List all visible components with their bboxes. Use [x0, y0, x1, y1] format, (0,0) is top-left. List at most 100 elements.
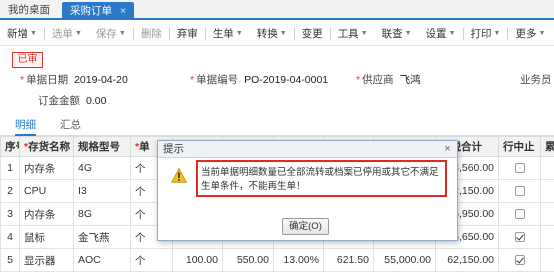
- toolbar-tools-button[interactable]: 工具 ▼: [331, 22, 375, 46]
- deposit-value: 0.00: [86, 95, 107, 107]
- cell-cumulative: [540, 202, 554, 226]
- toolbar-save-button[interactable]: 保存 ▼: [89, 22, 133, 46]
- supplier-label: 供应商: [362, 74, 394, 86]
- toolbar-generate-button[interactable]: 生单 ▼: [206, 22, 250, 46]
- row-stop-checkbox[interactable]: [514, 163, 525, 174]
- col-header-name[interactable]: *存货名称: [19, 136, 74, 157]
- cell-price[interactable]: 550.00: [222, 248, 274, 272]
- col-header-no[interactable]: 序号: [0, 136, 20, 157]
- cell-name[interactable]: CPU: [19, 179, 74, 203]
- cell-spec[interactable]: 4G: [73, 156, 131, 180]
- toolbar-tools-label: 工具: [337, 28, 359, 40]
- cell-stopped: [498, 179, 541, 203]
- toolbar-settings-label: 设置: [425, 28, 447, 40]
- required-marker: *: [356, 74, 361, 86]
- deposit-field[interactable]: 订金金额 0.00: [38, 93, 106, 108]
- toolbar-generate-label: 生单: [212, 28, 234, 40]
- tab-purchase-order[interactable]: 采购订单 ×: [62, 2, 135, 20]
- col-header-unit-label: 单: [139, 141, 150, 153]
- chevron-down-icon: ▼: [279, 30, 287, 37]
- toolbar-print-button[interactable]: 打印 ▼: [464, 22, 508, 46]
- doc-no-field[interactable]: * 单据编号 PO-2019-04-0001: [190, 72, 328, 87]
- cell-name[interactable]: 内存条: [19, 202, 74, 226]
- cell-name[interactable]: 显示器: [19, 248, 74, 272]
- tab-my-desktop[interactable]: 我的桌面: [8, 0, 50, 20]
- toolbar-more-button[interactable]: 更多 ▼: [508, 22, 552, 46]
- required-marker: *: [20, 74, 25, 86]
- ok-button[interactable]: 确定(O): [282, 218, 329, 235]
- cell-qty[interactable]: 100.00: [172, 248, 223, 272]
- cell-spec[interactable]: 金飞燕: [73, 225, 131, 249]
- toolbar-change-label: 变更: [301, 28, 323, 40]
- cell-unit[interactable]: 个: [130, 248, 173, 272]
- doc-no-value: PO-2019-04-0001: [244, 74, 329, 86]
- col-header-name-label: 存货名称: [28, 141, 71, 153]
- toolbar-delete-label: 删除: [140, 28, 162, 40]
- toolbar-save-label: 保存: [95, 28, 117, 40]
- tab-summary[interactable]: 汇总: [60, 116, 81, 136]
- row-stop-checkbox[interactable]: [514, 232, 525, 243]
- toolbar-change-button[interactable]: 变更: [295, 22, 330, 46]
- col-header-cumulative[interactable]: 累: [540, 136, 554, 157]
- cell-tax[interactable]: 621.50: [323, 248, 374, 272]
- toolbar-settings-button[interactable]: 设置 ▼: [419, 22, 463, 46]
- toolbar-unapprove-button[interactable]: 弃审: [170, 22, 205, 46]
- cell-spec[interactable]: I3: [73, 179, 131, 203]
- cell-total[interactable]: 62,150.00: [435, 248, 499, 272]
- col-header-spec[interactable]: 规格型号: [73, 136, 131, 157]
- doc-date-field[interactable]: * 单据日期 2019-04-20: [20, 72, 128, 87]
- col-header-stopped[interactable]: 行中止: [498, 136, 541, 157]
- row-stop-checkbox[interactable]: [514, 186, 525, 197]
- toolbar-convert-button[interactable]: 转换 ▼: [250, 22, 294, 46]
- doc-date-value: 2019-04-20: [74, 74, 128, 86]
- row-stop-checkbox[interactable]: [514, 209, 525, 220]
- toolbar: 新增 ▼ 选单 ▼ 保存 ▼ 删除 弃审 生单 ▼ 转换 ▼ 变更 工具 ▼ 联查 ▼ 设置 ▼…: [0, 22, 554, 46]
- table-row[interactable]: 5 显示器 AOC 个 100.00 550.00 13.00% 621.50 …: [0, 248, 554, 272]
- cell-cumulative: [540, 179, 554, 203]
- cell-amount[interactable]: 55,000.00: [373, 248, 436, 272]
- salesman-label: 业务员: [520, 74, 552, 86]
- tab-close-icon[interactable]: ×: [120, 5, 126, 17]
- tab-detail[interactable]: 明细: [15, 116, 36, 136]
- cell-name[interactable]: 鼠标: [19, 225, 74, 249]
- chevron-down-icon: ▼: [404, 30, 412, 37]
- toolbar-new-button[interactable]: 新增 ▼: [0, 22, 44, 46]
- toolbar-print-label: 打印: [470, 28, 492, 40]
- doc-no-label: 单据编号: [196, 74, 239, 86]
- cell-rate[interactable]: 13.00%: [273, 248, 324, 272]
- chevron-down-icon: ▼: [118, 30, 126, 37]
- dialog-titlebar[interactable]: 提示 ×: [158, 141, 457, 158]
- doc-date-label: 单据日期: [26, 74, 69, 86]
- toolbar-more-label: 更多: [515, 28, 537, 40]
- cell-cumulative: [540, 225, 554, 249]
- toolbar-unapprove-label: 弃审: [176, 28, 198, 40]
- chevron-down-icon: ▼: [30, 30, 37, 37]
- cell-stopped: [498, 248, 541, 272]
- toolbar-query-label: 联查: [381, 28, 403, 40]
- cell-cumulative: [540, 248, 554, 272]
- cell-spec[interactable]: AOC: [73, 248, 131, 272]
- cell-stopped: [498, 202, 541, 226]
- toolbar-select-button[interactable]: 选单 ▼: [45, 22, 89, 46]
- chevron-down-icon: ▼: [235, 30, 243, 37]
- cell-name[interactable]: 内存条: [19, 156, 74, 180]
- supplier-value: 飞鸿: [399, 74, 421, 86]
- status-badge: 已审: [12, 52, 43, 68]
- toolbar-delete-button[interactable]: 删除: [134, 22, 169, 46]
- tab-purchase-order-label: 采购订单: [70, 5, 112, 17]
- dialog-message: 当前单据明细数量已全部流转或档案已停用或其它不满足生单条件，不能再生单！: [196, 160, 447, 197]
- close-icon[interactable]: ×: [441, 143, 454, 156]
- toolbar-new-label: 新增: [7, 28, 28, 40]
- chevron-down-icon: ▼: [493, 30, 501, 37]
- cell-no: 2: [0, 179, 20, 203]
- cell-no: 5: [0, 248, 20, 272]
- row-stop-checkbox[interactable]: [514, 255, 525, 266]
- chevron-down-icon: ▼: [74, 30, 82, 37]
- cell-stopped: [498, 156, 541, 180]
- cell-spec[interactable]: 8G: [73, 202, 131, 226]
- chevron-down-icon: ▼: [448, 30, 456, 37]
- chevron-down-icon: ▼: [538, 30, 546, 37]
- supplier-field[interactable]: * 供应商 飞鸿: [356, 72, 421, 87]
- toolbar-query-button[interactable]: 联查 ▼: [375, 22, 419, 46]
- salesman-field[interactable]: 业务员: [520, 72, 552, 87]
